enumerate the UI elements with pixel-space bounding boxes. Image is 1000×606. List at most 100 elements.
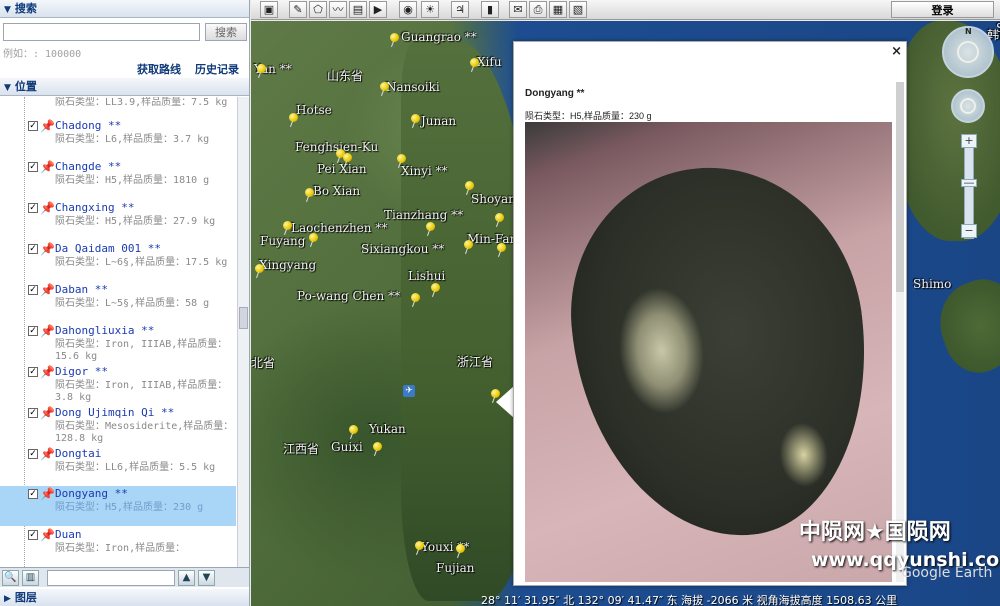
map-label[interactable]: Xifu: [477, 55, 502, 69]
pushpin-icon[interactable]: [397, 154, 407, 168]
place-checkbox[interactable]: ✓: [28, 285, 38, 295]
map-label[interactable]: 浙江省: [457, 353, 493, 370]
panel-toggle-icon[interactable]: ▥: [22, 570, 39, 586]
place-checkbox[interactable]: ✓: [28, 244, 38, 254]
map-view-icon[interactable]: ▧: [569, 1, 587, 18]
place-checkbox[interactable]: ✓: [28, 449, 38, 459]
place-checkbox[interactable]: ✓: [28, 162, 38, 172]
places-panel-header[interactable]: ▼ 位置: [0, 78, 249, 96]
place-checkbox[interactable]: ✓: [28, 408, 38, 418]
place-name[interactable]: Dong Ujimqin Qi **: [55, 405, 174, 421]
airport-icon[interactable]: ✈: [403, 385, 415, 397]
map-label[interactable]: Sixiangkou **: [361, 242, 444, 256]
email-icon[interactable]: ✉: [509, 1, 527, 18]
pushpin-icon[interactable]: [289, 113, 299, 127]
look-joystick-icon[interactable]: [957, 41, 979, 63]
sun-icon[interactable]: ☀: [421, 1, 439, 18]
pushpin-icon[interactable]: [305, 188, 315, 202]
ruler-icon[interactable]: ▮: [481, 1, 499, 18]
map-label[interactable]: Lishui: [408, 269, 445, 283]
map-label[interactable]: Guixi: [331, 440, 363, 454]
save-icon[interactable]: ▦: [549, 1, 567, 18]
places-scrollbar-thumb[interactable]: [239, 307, 248, 329]
login-button[interactable]: 登录: [891, 1, 994, 18]
planets-icon[interactable]: ♃: [451, 1, 469, 18]
expand-triangle-icon[interactable]: ▶: [4, 594, 11, 604]
pushpin-icon[interactable]: [411, 114, 421, 128]
pushpin-icon[interactable]: [464, 240, 474, 254]
map-label[interactable]: 山东省: [327, 67, 363, 84]
zoom-slider-thumb[interactable]: —: [961, 177, 977, 188]
pushpin-icon[interactable]: [390, 33, 400, 47]
map-label[interactable]: Guangrao **: [401, 30, 477, 44]
pushpin-icon[interactable]: [495, 213, 505, 227]
place-item[interactable]: ✓ 📌 Dongtai 陨石类型：LL6,样品质量：5.5 kg: [0, 446, 236, 486]
collapse-triangle-icon[interactable]: ▼: [4, 83, 11, 93]
place-name[interactable]: Dahongliuxia **: [55, 323, 154, 339]
collapse-triangle-icon[interactable]: ▼: [4, 5, 11, 15]
map-label[interactable]: Fuyang: [260, 234, 305, 248]
map-label[interactable]: Pei Xian: [317, 162, 367, 176]
place-checkbox[interactable]: ✓: [28, 203, 38, 213]
pushpin-icon[interactable]: [415, 541, 425, 555]
place-checkbox[interactable]: ✓: [28, 367, 38, 377]
place-item[interactable]: ✓ 📌 Duan 陨石类型：Iron,样品质量：: [0, 527, 236, 567]
pushpin-icon[interactable]: [380, 82, 390, 96]
pushpin-icon[interactable]: [497, 243, 507, 257]
map-label[interactable]: Bo Xian: [313, 184, 360, 198]
map-label[interactable]: Xinyi **: [401, 164, 448, 178]
place-name[interactable]: Daban **: [55, 282, 108, 298]
place-name[interactable]: Chadong **: [55, 118, 121, 134]
search-button[interactable]: 搜索: [205, 23, 247, 41]
zoom-out-icon[interactable]: −: [961, 224, 977, 238]
pushpin-icon[interactable]: [465, 181, 475, 195]
place-checkbox[interactable]: ✓: [28, 489, 38, 499]
history-link[interactable]: 历史记录: [195, 63, 239, 76]
places-filter-input[interactable]: [47, 570, 175, 586]
earth-icon[interactable]: ◉: [399, 1, 417, 18]
place-item[interactable]: 陨石类型：LL3.9,样品质量：7.5 kg: [0, 97, 236, 112]
place-item[interactable]: ✓ 📌 Dong Ujimqin Qi ** 陨石类型：Mesosiderite,样品…: [0, 405, 236, 445]
move-control[interactable]: [951, 89, 985, 123]
map-label[interactable]: Junan: [421, 114, 456, 128]
map-label[interactable]: Tianzhang **: [384, 208, 463, 222]
pushpin-icon[interactable]: [309, 233, 319, 247]
map-view[interactable]: Guangrao ** Xifu Yan ** 山东省 Nansoiki Hotse Jun…: [251, 21, 1000, 606]
move-joystick-icon[interactable]: [960, 98, 976, 114]
pushpin-icon[interactable]: [257, 64, 267, 78]
map-label[interactable]: Fujian: [436, 561, 475, 575]
place-checkbox[interactable]: ✓: [28, 530, 38, 540]
place-checkbox[interactable]: ✓: [28, 326, 38, 336]
place-name[interactable]: Changde **: [55, 159, 121, 175]
move-up-icon[interactable]: ▲: [178, 570, 195, 586]
place-name[interactable]: Dongtai: [55, 446, 101, 462]
balloon-scrollbar-thumb[interactable]: [896, 82, 904, 292]
place-item[interactable]: ✓ 📌 Dahongliuxia ** 陨石类型：Iron, IIIAB,样品质量：1…: [0, 323, 236, 363]
map-label[interactable]: Shimo: [913, 277, 951, 291]
place-name[interactable]: Da Qaidam 001 **: [55, 241, 161, 257]
search-places-icon[interactable]: 🔍: [2, 570, 19, 586]
place-checkbox[interactable]: ✓: [28, 121, 38, 131]
pushpin-icon[interactable]: [255, 264, 265, 278]
pushpin-icon[interactable]: [349, 425, 359, 439]
path-icon[interactable]: 〰: [329, 1, 347, 18]
pushpin-icon[interactable]: [373, 442, 383, 456]
pushpin-icon[interactable]: [431, 283, 441, 297]
tour-icon[interactable]: ▶: [369, 1, 387, 18]
map-label[interactable]: Nansoiki: [386, 80, 440, 94]
zoom-in-icon[interactable]: +: [961, 134, 977, 148]
sidebar-icon[interactable]: ▣: [260, 1, 278, 18]
pushpin-icon[interactable]: [470, 58, 480, 72]
map-label[interactable]: Laochenzhen **: [291, 221, 387, 235]
pushpin-icon[interactable]: [411, 293, 421, 307]
overlay-icon[interactable]: ▤: [349, 1, 367, 18]
print-icon[interactable]: ⎙: [529, 1, 547, 18]
place-item[interactable]: ✓ 📌 Da Qaidam 001 ** 陨石类型：L~6§,样品质量：17.5 kg: [0, 241, 236, 281]
place-item[interactable]: ✓ 📌 Daban ** 陨石类型：L~5§,样品质量：58 g: [0, 282, 236, 322]
pushpin-icon[interactable]: [343, 153, 353, 167]
place-item[interactable]: ✓ 📌 Dongyang ** 陨石类型：H5,样品质量：230 g: [0, 486, 236, 526]
place-name[interactable]: Digor **: [55, 364, 108, 380]
place-name[interactable]: Changxing **: [55, 200, 134, 216]
place-item[interactable]: ✓ 📌 Chadong ** 陨石类型：L6,样品质量：3.7 kg: [0, 118, 236, 158]
get-route-link[interactable]: 获取路线: [137, 63, 181, 76]
